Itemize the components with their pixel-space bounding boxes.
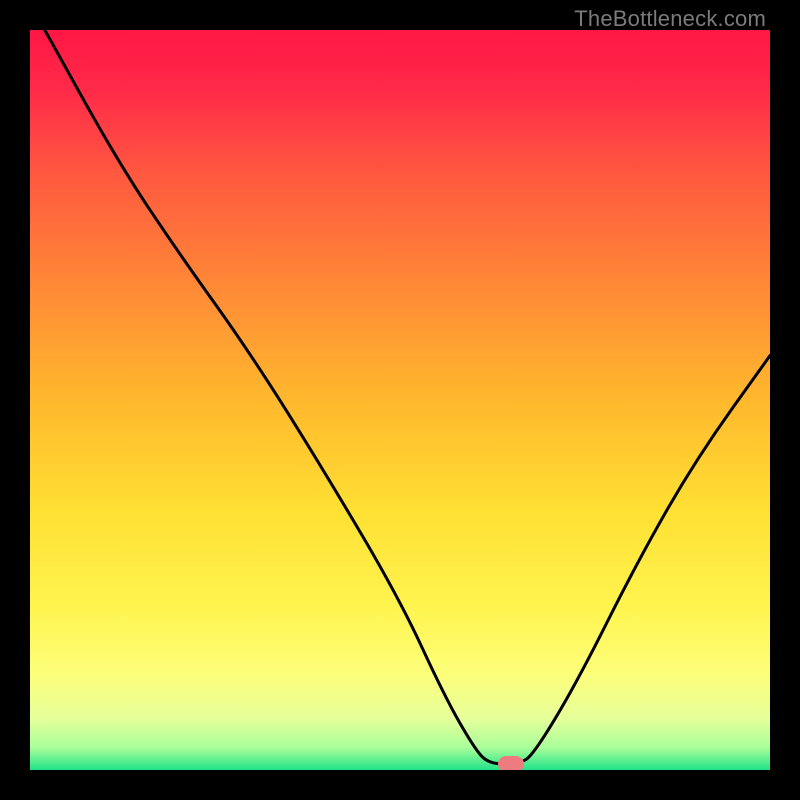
optimal-marker bbox=[498, 756, 525, 770]
bottleneck-curve bbox=[30, 30, 770, 770]
watermark-text: TheBottleneck.com bbox=[574, 6, 766, 32]
chart-frame: TheBottleneck.com bbox=[0, 0, 800, 800]
plot-area bbox=[30, 30, 770, 770]
